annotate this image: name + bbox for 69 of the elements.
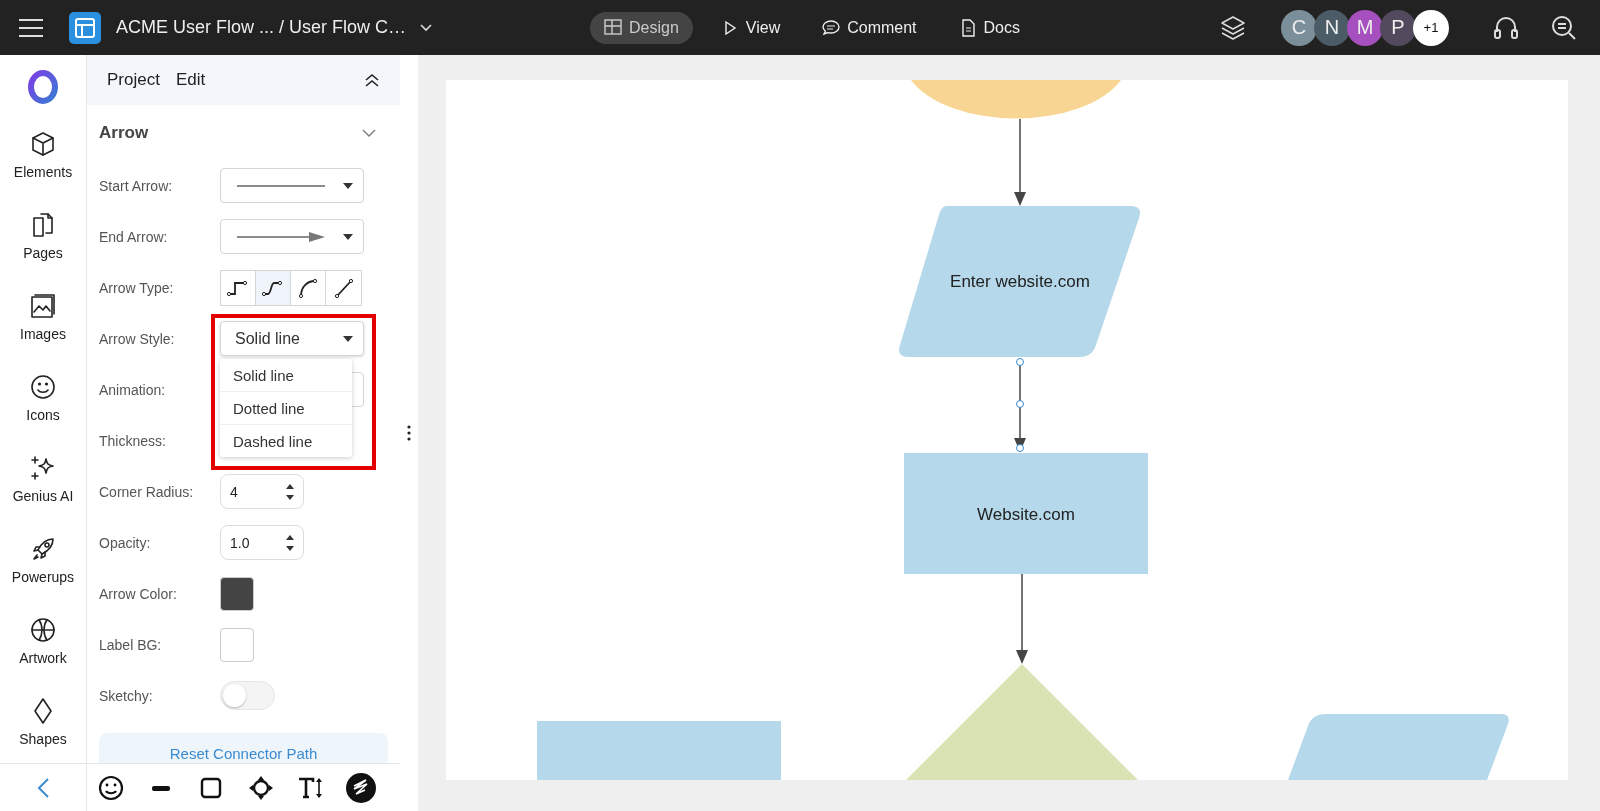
sidebar-item[interactable]: Shapes: [0, 681, 86, 762]
user-avatar[interactable]: P: [1380, 9, 1416, 46]
caret-icon: [343, 233, 353, 240]
sidebar-item[interactable]: Images: [0, 276, 86, 357]
app-icon[interactable]: [68, 10, 102, 45]
caret-icon: [343, 335, 353, 342]
panel-tab[interactable]: Edit: [169, 70, 212, 90]
connector-arrow[interactable]: [1016, 573, 1028, 664]
field-label: End Arrow:: [99, 228, 169, 245]
arrowhead-select[interactable]: [220, 219, 364, 254]
stepper-icon[interactable]: [285, 533, 295, 552]
field-label: Label BG:: [99, 636, 163, 653]
sidebar-item[interactable]: Genius AI: [0, 438, 86, 519]
back-icon[interactable]: [36, 776, 50, 799]
color-swatch[interactable]: [220, 627, 254, 662]
sidebar-item[interactable]: Powerups: [0, 519, 86, 600]
search-icon[interactable]: [1550, 13, 1578, 42]
field-label: Sketchy:: [99, 687, 154, 704]
stepper-icon[interactable]: [285, 482, 295, 501]
mode-tab[interactable]: View: [706, 11, 795, 44]
layers-icon[interactable]: [1219, 13, 1247, 42]
sidebar-item[interactable]: Pages: [0, 195, 86, 276]
panel-tab[interactable]: Project: [101, 70, 166, 90]
sparkle-icon: [29, 453, 57, 482]
field-label: Arrow Type:: [99, 279, 175, 296]
caret-icon: [343, 182, 353, 189]
cube-icon: [29, 129, 57, 158]
user-avatar[interactable]: M: [1347, 9, 1383, 46]
connector-arrow[interactable]: [1014, 358, 1026, 452]
number-field[interactable]: 4: [220, 474, 304, 509]
ball-icon: [29, 615, 57, 644]
scribble-icon[interactable]: [346, 772, 376, 803]
smiley-icon: [29, 372, 57, 401]
number-field[interactable]: 1.0: [220, 525, 304, 560]
segmented-control[interactable]: [220, 269, 362, 306]
field-label: Animation:: [99, 381, 167, 398]
comment-icon: [822, 18, 841, 37]
design-icon: [604, 18, 622, 37]
field-label: Thickness:: [99, 432, 167, 449]
field-label: Arrow Color:: [99, 585, 178, 602]
sidebar-item[interactable]: Artwork: [0, 600, 86, 681]
image-icon: [29, 291, 57, 320]
collapse-icon[interactable]: [364, 72, 380, 88]
document-title[interactable]: ACME User Flow ... / User Flow C…: [116, 17, 407, 38]
dropdown-select[interactable]: Solid line: [220, 321, 364, 356]
field-label: Corner Radius:: [99, 483, 195, 500]
arrow-type-button[interactable]: [256, 270, 291, 305]
chevron-down-icon[interactable]: [420, 23, 433, 32]
shape-label: Website.com: [977, 505, 1075, 524]
menu-icon[interactable]: [18, 17, 44, 38]
resize-handle-icon[interactable]: [407, 425, 411, 441]
mode-tab[interactable]: Docs: [944, 11, 1034, 44]
mode-tab[interactable]: Design: [590, 11, 693, 44]
toggle-switch[interactable]: [220, 681, 275, 710]
field-label: Opacity:: [99, 534, 152, 551]
mode-tab[interactable]: Comment: [808, 11, 931, 44]
section-title: Arrow: [99, 122, 149, 143]
user-avatar[interactable]: N: [1314, 9, 1350, 46]
shape-label: Enter website.com: [950, 272, 1090, 291]
sidebar-item[interactable]: Elements: [0, 114, 86, 195]
arrowhead-select[interactable]: [220, 168, 364, 203]
sidebar-item[interactable]: Icons: [0, 357, 86, 438]
field-label: Start Arrow:: [99, 177, 174, 194]
field-label: Arrow Style:: [99, 330, 176, 347]
connector-arrow[interactable]: [1014, 118, 1026, 206]
user-avatar[interactable]: +1: [1413, 9, 1449, 46]
color-swatch[interactable]: [220, 576, 254, 611]
dropdown-option[interactable]: Dashed line: [220, 425, 352, 457]
logo-icon[interactable]: [27, 70, 59, 104]
